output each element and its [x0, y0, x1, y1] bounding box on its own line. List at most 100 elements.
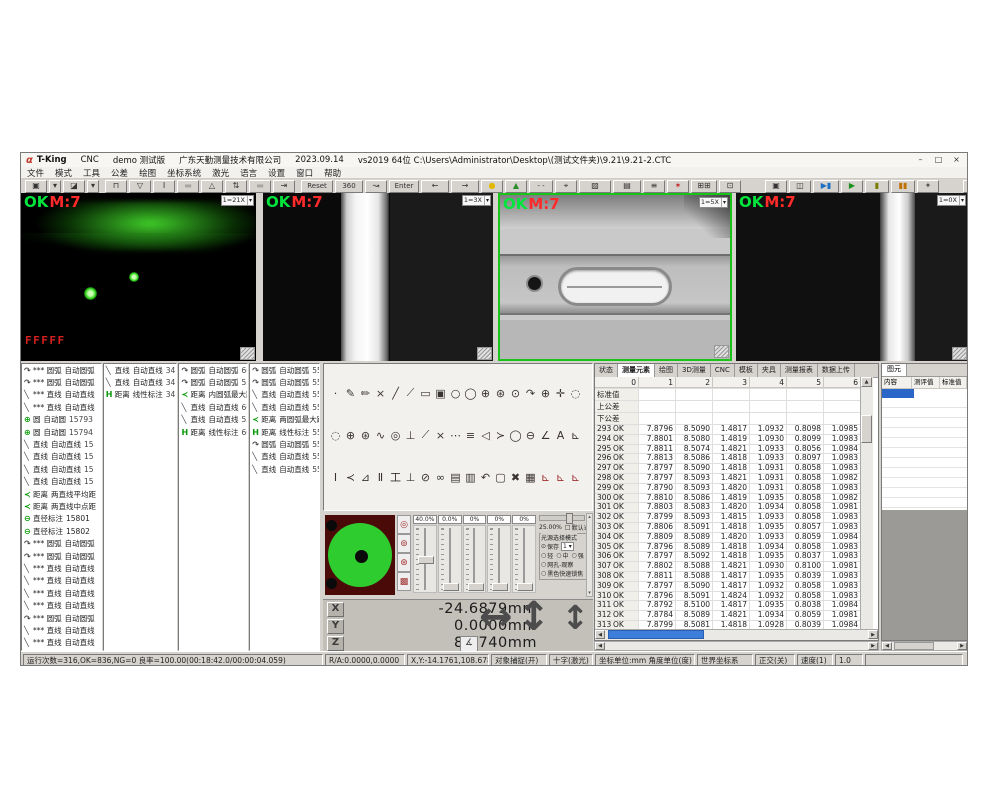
measure-tool-icon-37[interactable]: ⊿: [358, 471, 373, 484]
results-tab-测量元素[interactable]: 测量元素: [618, 364, 655, 377]
result-row[interactable]: 307OK7.88028.50881.48211.09300.81001.098…: [595, 562, 861, 572]
ring-mode-button-1[interactable]: ◎: [397, 515, 411, 534]
element-item[interactable]: ↷圆弧自动圆弧55: [250, 364, 319, 376]
result-row[interactable]: 295OK7.88118.50741.48211.09330.80561.098…: [595, 445, 861, 455]
save-report-button[interactable]: ▣: [765, 180, 787, 193]
element-item[interactable]: ≺距离内圆弧最大距: [179, 389, 247, 401]
arrow-left-button[interactable]: ←: [421, 180, 449, 193]
element-item[interactable]: ≺距离两直线中点距: [22, 500, 101, 512]
measure-tool-icon-21[interactable]: ∿: [373, 429, 388, 442]
measure-tool-icon-11[interactable]: ⊕: [478, 387, 493, 400]
measure-tool-icon-22[interactable]: ◎: [388, 429, 403, 442]
measure-tool-icon-26[interactable]: ⋯: [448, 429, 463, 442]
pause-button[interactable]: ▮▮: [891, 180, 915, 193]
measure-tool-icon-5[interactable]: ╱: [388, 387, 403, 400]
disabled-tool-button[interactable]: ▬: [177, 180, 199, 193]
star-mark-button[interactable]: ✶: [667, 180, 689, 193]
scroll-left-icon[interactable]: ◀: [595, 630, 605, 639]
menu-item-语言[interactable]: 语言: [240, 167, 257, 179]
element-item[interactable]: ╲直线自动直线55: [250, 451, 319, 463]
measure-tool-icon-40[interactable]: ⊥: [403, 471, 418, 484]
maximize-button[interactable]: □: [931, 155, 946, 166]
measure-tool-icon-23[interactable]: ⊥: [403, 429, 418, 442]
measure-tool-icon-31[interactable]: ⊖: [523, 429, 538, 442]
menu-item-工具[interactable]: 工具: [83, 167, 100, 179]
minimize-button[interactable]: –: [913, 155, 928, 166]
scroll-right-icon[interactable]: ▶: [957, 642, 967, 650]
measure-tool-icon-3[interactable]: ✏: [358, 387, 373, 400]
vertical-scrollbar[interactable]: ▲: [860, 377, 873, 630]
results-tab-数据上传[interactable]: 数据上传: [818, 364, 855, 377]
measure-tool-icon-18[interactable]: ◌: [328, 429, 343, 442]
new-file-button[interactable]: ▣: [25, 180, 47, 193]
result-row[interactable]: 306OK7.87978.50921.48181.09350.80371.098…: [595, 552, 861, 562]
results-tab-状态[interactable]: 状态: [595, 364, 618, 377]
menu-item-窗口[interactable]: 窗口: [296, 167, 313, 179]
measure-tool-icon-36[interactable]: ≺: [343, 471, 358, 484]
result-row[interactable]: 297OK7.87978.50901.48181.09310.80581.098…: [595, 464, 861, 474]
measure-tool-icon-50[interactable]: ⊾: [553, 471, 568, 484]
element-item[interactable]: H距离线性标注55: [250, 426, 319, 438]
results-tab-CNC[interactable]: CNC: [711, 364, 735, 377]
new-file-dropdown[interactable]: ▾: [49, 180, 61, 193]
measure-tool-icon-29[interactable]: ≻: [493, 429, 508, 442]
measure-tool-icon-13[interactable]: ⊙: [508, 387, 523, 400]
element-item[interactable]: ≺距离两圆弧最大距: [250, 414, 319, 426]
results-tab-测量报表[interactable]: 测量报表: [781, 364, 818, 377]
result-row[interactable]: 300OK7.88108.50861.48191.09350.80581.098…: [595, 494, 861, 504]
element-item[interactable]: ╲直线自动直线55: [250, 401, 319, 413]
element-item[interactable]: ╲*** 直线自动直线: [22, 587, 101, 599]
element-item[interactable]: ↷圆弧自动圆弧55: [250, 438, 319, 450]
result-row[interactable]: 304OK7.88098.50891.48201.09330.80591.098…: [595, 533, 861, 543]
scrollbar-thumb[interactable]: [608, 630, 704, 639]
slider-track[interactable]: [463, 525, 487, 593]
results-tab-模板[interactable]: 模板: [735, 364, 758, 377]
result-row[interactable]: 293OK7.87968.50901.48171.09320.80981.098…: [595, 425, 861, 435]
element-item[interactable]: ╲*** 直线自动直线: [22, 389, 101, 401]
menu-item-帮助[interactable]: 帮助: [324, 167, 341, 179]
texture-fill-button[interactable]: ▤: [613, 180, 641, 193]
camera-view-4[interactable]: OKM:7 1=0X▾: [736, 193, 968, 361]
save-radio[interactable]: ⊙: [541, 543, 546, 550]
save-slot-select[interactable]: 1 ▾: [561, 542, 574, 551]
result-row[interactable]: 301OK7.88038.50831.48201.09340.80581.098…: [595, 503, 861, 513]
table-scroll-strip[interactable]: ◀ ▶: [594, 641, 879, 651]
result-row[interactable]: 312OK7.87848.50891.48211.09340.80591.098…: [595, 611, 861, 621]
results-tab-绘图[interactable]: 绘图: [655, 364, 678, 377]
menu-item-绘图[interactable]: 绘图: [139, 167, 156, 179]
resize-grip-icon[interactable]: [240, 347, 255, 360]
measure-tool-icon-34[interactable]: ⊾: [568, 429, 583, 442]
minus-minus-button[interactable]: - -: [529, 180, 553, 193]
measure-tool-icon-15[interactable]: ⊕: [538, 387, 553, 400]
ring-light-preview[interactable]: [325, 515, 395, 595]
measure-tool-icon-14[interactable]: ↷: [523, 387, 538, 400]
ring-mode-button-3[interactable]: ⊛: [397, 553, 411, 572]
measure-tool-icon-35[interactable]: Ⅰ: [328, 471, 343, 484]
measure-tool-icon-9[interactable]: ○: [448, 387, 463, 400]
ring-mode-button-2[interactable]: ⊚: [397, 534, 411, 553]
element-item[interactable]: ╲*** 直线自动直线: [22, 599, 101, 611]
slider-thumb[interactable]: [492, 583, 508, 591]
element-item[interactable]: ╲直线自动直线15: [22, 451, 101, 463]
guard-button[interactable]: ▽: [129, 180, 151, 193]
reset-button[interactable]: Reset: [301, 180, 333, 193]
enter-button[interactable]: Enter: [389, 180, 419, 193]
slider-track[interactable]: [438, 525, 462, 593]
options-scrollbar[interactable]: ▴▾: [586, 513, 593, 597]
element-item[interactable]: ↷圆弧自动圆弧55: [250, 376, 319, 388]
mesh-view-radio[interactable]: ○: [541, 561, 546, 568]
menu-item-设置[interactable]: 设置: [268, 167, 285, 179]
measure-tool-icon-2[interactable]: ✎: [343, 387, 358, 400]
level-radio-强[interactable]: ○: [572, 552, 577, 559]
measure-tool-icon-48[interactable]: ▦: [523, 471, 538, 484]
menu-item-坐标系统[interactable]: 坐标系统: [167, 167, 201, 179]
measure-tool-icon-51[interactable]: ⊾: [568, 471, 583, 484]
measure-tool-icon-44[interactable]: ▥: [463, 471, 478, 484]
toolbox-button[interactable]: ✦: [917, 180, 939, 193]
olive-stop-button[interactable]: ▮: [865, 180, 889, 193]
measure-tool-icon-42[interactable]: ∞: [433, 471, 448, 484]
camera-view-3-selected[interactable]: OKM:7 1=5X▾: [498, 193, 732, 361]
measure-tool-icon-33[interactable]: A: [553, 429, 568, 442]
measure-tool-icon-46[interactable]: ▢: [493, 471, 508, 484]
element-item[interactable]: ╲直线自动直线55: [250, 389, 319, 401]
